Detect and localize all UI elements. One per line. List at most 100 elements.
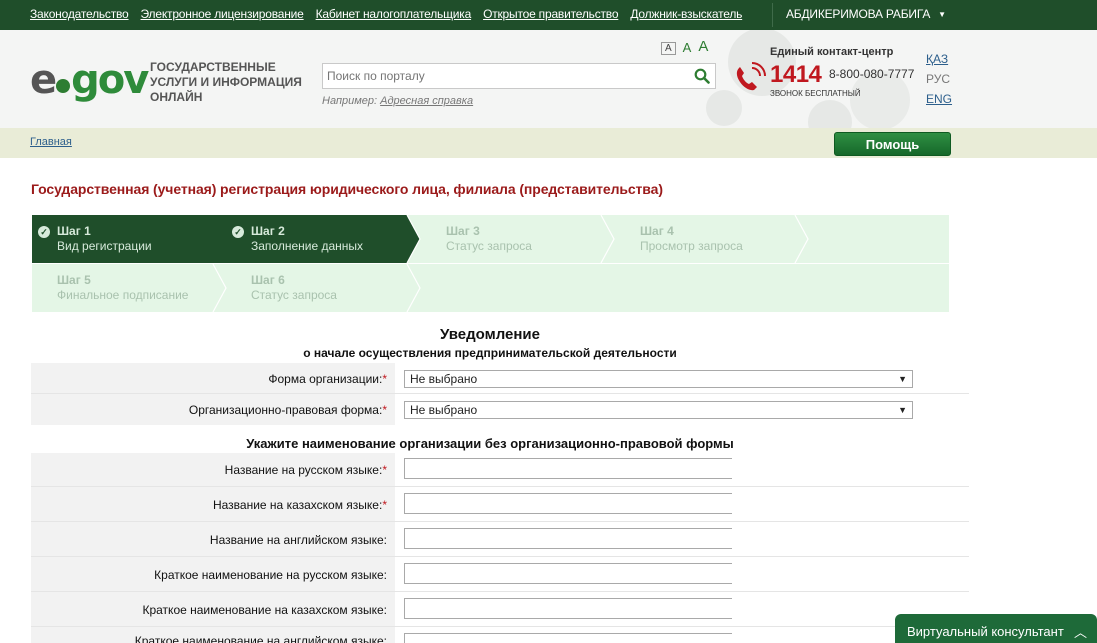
form-subheading: о начале осуществления предпринимательск… xyxy=(303,346,677,360)
field-label: Краткое наименование на английском языке… xyxy=(31,627,395,643)
label-text: Краткое наименование на казахском языке: xyxy=(142,602,387,617)
step-3-number: Шаг 3 xyxy=(446,224,480,238)
step-4: Шаг 4 Просмотр запроса xyxy=(615,215,809,263)
form-row-short-name-kz: Краткое наименование на казахском языке: xyxy=(31,592,969,627)
label-text: Краткое наименование на английском языке… xyxy=(134,634,387,643)
link-open-government[interactable]: Открытое правительство xyxy=(483,7,618,21)
contact-center-title: Единый контакт-центр xyxy=(770,46,894,58)
user-menu[interactable]: АБДИКЕРИМОВА РАБИГА ▼ xyxy=(786,7,946,21)
org-form-select[interactable]: Не выбрано ▼ xyxy=(404,370,913,388)
logo-gov: gov xyxy=(71,57,149,103)
form-row-name-kz: Название на казахском языке: * xyxy=(31,487,969,522)
step-1[interactable]: ✓ Шаг 1 Вид регистрации xyxy=(32,215,226,263)
step-2-number: Шаг 2 xyxy=(251,224,285,238)
short-name-en-input[interactable] xyxy=(404,633,732,643)
phone-free-note: ЗВОНОК БЕСПЛАТНЫЙ xyxy=(770,89,861,98)
field-label: Краткое наименование на русском языке: xyxy=(31,557,395,592)
site-tagline: ГОСУДАРСТВЕННЫЕ УСЛУГИ И ИНФОРМАЦИЯ ОНЛА… xyxy=(150,60,302,104)
site-header: e gov ГОСУДАРСТВЕННЫЕ УСЛУГИ И ИНФОРМАЦИ… xyxy=(0,30,1097,128)
lang-eng[interactable]: ENG xyxy=(926,92,952,106)
example-prefix: Например: xyxy=(322,95,378,107)
wizard-steps: ✓ Шаг 1 Вид регистрации ✓ Шаг 2 Заполнен… xyxy=(32,215,949,312)
logo-dot-icon xyxy=(56,79,71,93)
phone-short-number: 1414 xyxy=(770,61,822,88)
step-2[interactable]: ✓ Шаг 2 Заполнение данных xyxy=(226,215,420,263)
virtual-consultant-label: Виртуальный консультант xyxy=(907,624,1064,639)
label-text: Краткое наименование на русском языке: xyxy=(154,567,387,582)
select-value: Не выбрано xyxy=(410,372,478,386)
field-label: Краткое наименование на казахском языке: xyxy=(31,592,395,627)
lang-rus-active: РУС xyxy=(926,72,951,86)
step-6-label: Статус запроса xyxy=(251,288,337,302)
select-value: Не выбрано xyxy=(410,403,478,417)
phone-long-number: 8-800-080-7777 xyxy=(829,67,915,81)
form-heading: Уведомление xyxy=(439,326,540,343)
step-1-label: Вид регистрации xyxy=(57,239,152,253)
label-text: Название на русском языке: xyxy=(224,463,383,477)
label-text: Название на английском языке: xyxy=(209,532,387,547)
topbar-divider xyxy=(772,3,773,27)
caret-down-icon: ▼ xyxy=(938,10,946,19)
link-legislation[interactable]: Законодательство xyxy=(30,7,129,21)
label-text: Организационно-правовая форма: xyxy=(188,402,383,417)
form-row-legal-form: Организационно-правовая форма: * Не выбра… xyxy=(31,394,969,425)
form-row-short-name-ru: Краткое наименование на русском языке: xyxy=(31,557,969,592)
short-name-ru-input[interactable] xyxy=(404,563,732,584)
step-5-label: Финальное подписание xyxy=(57,288,189,302)
field-label: Форма организации: * xyxy=(31,363,395,394)
breadcrumb-home-link[interactable]: Главная xyxy=(30,136,72,148)
logo-e: e xyxy=(30,57,57,103)
step-4-number: Шаг 4 xyxy=(640,224,674,238)
name-en-input[interactable] xyxy=(404,528,732,549)
search-input[interactable] xyxy=(323,64,683,88)
font-size-switcher: A A A xyxy=(661,38,708,55)
step-4-label: Просмотр запроса xyxy=(640,239,743,253)
legal-form-select[interactable]: Не выбрано ▼ xyxy=(404,401,913,419)
check-icon: ✓ xyxy=(232,226,244,238)
form-row-name-en: Название на английском языке: xyxy=(31,522,969,557)
dropdown-arrow-icon: ▼ xyxy=(898,374,907,384)
step-1-number: Шаг 1 xyxy=(57,224,91,238)
step-5-number: Шаг 5 xyxy=(57,273,91,287)
font-size-small-button[interactable]: A xyxy=(661,42,676,55)
top-links: Законодательство Электронное лицензирова… xyxy=(30,7,742,21)
required-mark: * xyxy=(382,402,387,417)
search-example: Например: Адресная справка xyxy=(322,95,473,107)
chevron-up-icon: ︿ xyxy=(1073,625,1087,640)
form-row-name-ru: Название на русском языке: * xyxy=(31,453,969,487)
link-e-licensing[interactable]: Электронное лицензирование xyxy=(141,7,304,21)
name-kz-input[interactable] xyxy=(404,493,732,514)
virtual-consultant-button[interactable]: Виртуальный консультант ︿ xyxy=(895,614,1097,643)
search-icon[interactable] xyxy=(694,68,710,84)
form-row-org-form: Форма организации: * Не выбрано ▼ xyxy=(31,363,969,394)
help-button[interactable]: Помощь xyxy=(834,132,951,156)
link-taxpayer-cabinet[interactable]: Кабинет налогоплательщика xyxy=(316,7,472,21)
field-label: Организационно-правовая форма: * xyxy=(31,394,395,425)
step-6: Шаг 6 Статус запроса xyxy=(226,264,420,312)
font-size-large-button[interactable]: A xyxy=(698,38,708,55)
field-label: Название на английском языке: xyxy=(31,522,395,557)
short-name-kz-input[interactable] xyxy=(404,598,732,619)
field-label: Название на казахском языке: * xyxy=(31,487,395,522)
required-mark: * xyxy=(382,463,387,477)
example-link[interactable]: Адресная справка xyxy=(380,95,473,107)
phone-icon xyxy=(736,62,766,91)
top-navigation-bar: Законодательство Электронное лицензирова… xyxy=(0,0,1097,30)
breadcrumb-bar: Главная Помощь xyxy=(0,128,1097,158)
required-mark: * xyxy=(382,371,387,386)
font-size-medium-button[interactable]: A xyxy=(683,40,692,55)
name-ru-input[interactable] xyxy=(404,458,732,479)
lang-kaz[interactable]: ҚАЗ xyxy=(926,52,952,66)
step-3: Шаг 3 Статус запроса xyxy=(421,215,615,263)
language-switcher: ҚАЗ РУС ENG xyxy=(926,52,952,106)
step-2-label: Заполнение данных xyxy=(251,239,364,253)
step-6-number: Шаг 6 xyxy=(251,273,285,287)
link-debtor-collector[interactable]: Должник-взыскатель xyxy=(630,7,742,21)
user-name: АБДИКЕРИМОВА РАБИГА xyxy=(786,7,931,21)
step-5: Шаг 5 Финальное подписание xyxy=(32,264,226,312)
egov-logo[interactable]: e gov xyxy=(30,56,149,104)
form-row-short-name-en: Краткое наименование на английском языке… xyxy=(31,627,969,643)
name-section-heading: Укажите наименование организации без орг… xyxy=(246,436,734,451)
step-3-label: Статус запроса xyxy=(446,239,532,253)
dropdown-arrow-icon: ▼ xyxy=(898,405,907,415)
